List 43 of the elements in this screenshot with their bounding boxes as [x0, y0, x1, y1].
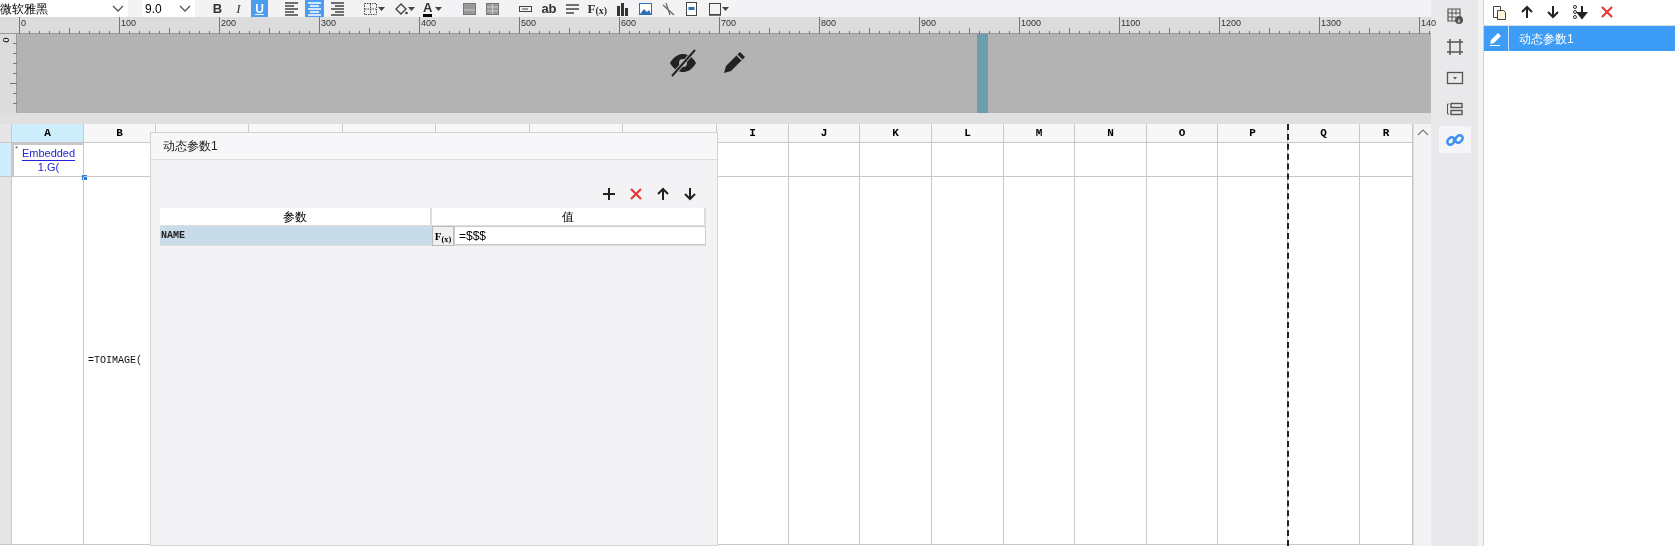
cell-text: 1.G( [37, 161, 60, 174]
column-header[interactable]: M [1004, 124, 1075, 142]
column-header[interactable]: O [1147, 124, 1218, 142]
column-header[interactable]: A [12, 124, 84, 142]
ruler-label: 140 [1421, 18, 1437, 28]
column-header[interactable]: J [789, 124, 860, 142]
ruler-label: 200 [221, 18, 237, 28]
ruler-label: 1200 [1221, 18, 1242, 28]
cell-marker: * [15, 145, 19, 153]
ruler-label: 700 [721, 18, 737, 28]
ruler-label: 400 [421, 18, 437, 28]
text-button[interactable]: ab [539, 0, 559, 17]
bold-button[interactable]: B [209, 0, 226, 17]
ruler-label: 800 [821, 18, 837, 28]
column-header[interactable]: N [1075, 124, 1147, 142]
cell-text: =TOIMAGE( [87, 354, 142, 368]
ruler-label: 1000 [1021, 18, 1042, 28]
font-size-select[interactable]: 9.0 [142, 0, 195, 17]
parameter-name: NAME [160, 226, 432, 245]
ruler-label: 300 [321, 18, 337, 28]
formula-button[interactable]: F$_{(x)}$ [432, 226, 454, 246]
italic-button[interactable]: I [230, 0, 247, 17]
ruler-label: 500 [521, 18, 537, 28]
ruler-label: 0 [21, 18, 26, 28]
dialog-title: 动态参数1 [163, 138, 218, 155]
formula-button[interactable]: F$_{(x)}$ [585, 0, 609, 17]
ruler-label: 100 [121, 18, 137, 28]
column-header[interactable]: K [860, 124, 932, 142]
ruler-label: 600 [621, 18, 637, 28]
column-header[interactable]: I [717, 124, 789, 142]
ruler-label: 1100 [1121, 18, 1141, 28]
column-header[interactable]: P [1218, 124, 1288, 142]
cell-text: Embedded [21, 147, 76, 161]
table-cell[interactable]: * Embedded 1.G( [12, 143, 84, 177]
column-header[interactable]: R [1360, 124, 1413, 142]
column-header[interactable]: L [932, 124, 1004, 142]
font-select[interactable]: 微软雅黑 [0, 0, 128, 17]
column-header[interactable]: Q [1288, 124, 1360, 142]
value-field[interactable]: =$$$ [454, 226, 706, 245]
column-header[interactable]: B [84, 124, 156, 142]
ruler-label: 1300 [1321, 18, 1342, 28]
ruler-label: 900 [921, 18, 937, 28]
ruler-label: 0 [0, 37, 11, 43]
